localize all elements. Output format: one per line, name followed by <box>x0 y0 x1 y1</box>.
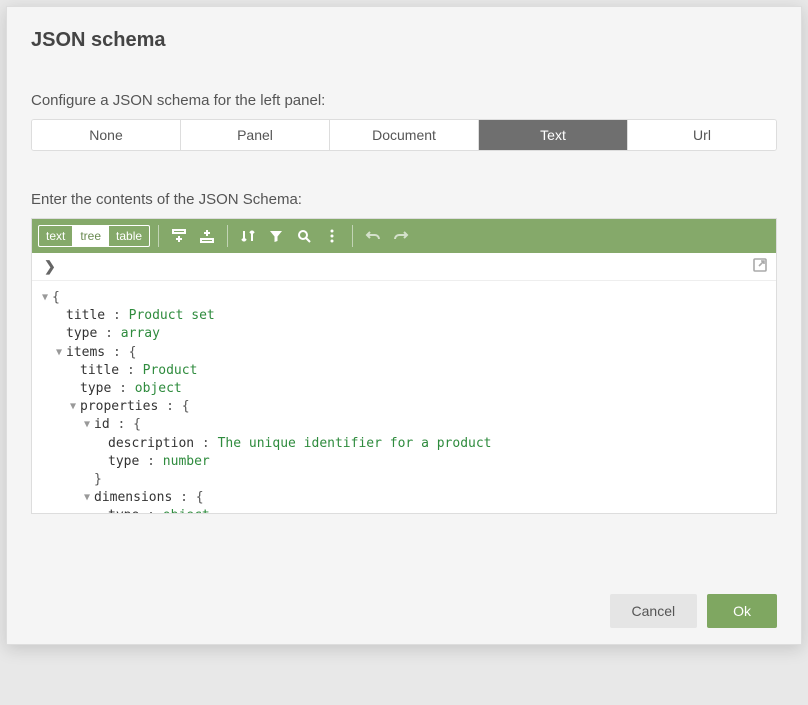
editor-toolbar: text tree table <box>32 219 776 253</box>
toolbar-separator <box>352 225 353 247</box>
schema-source-segmented: None Panel Document Text Url <box>31 119 777 151</box>
tree-row[interactable]: } <box>38 471 768 489</box>
dialog-title: JSON schema <box>31 29 777 52</box>
tree-row[interactable]: type : number <box>38 453 768 471</box>
cancel-button[interactable]: Cancel <box>610 594 698 628</box>
seg-none[interactable]: None <box>32 120 181 150</box>
tree-row[interactable]: items : { <box>38 344 768 362</box>
view-tab-tree[interactable]: tree <box>73 226 109 246</box>
configure-label: Configure a JSON schema for the left pan… <box>31 92 777 109</box>
json-editor: text tree table <box>31 218 777 514</box>
editor-breadcrumb: ❯ <box>32 253 776 281</box>
tree-row[interactable]: description : The unique identifier for … <box>38 435 768 453</box>
seg-url[interactable]: Url <box>628 120 776 150</box>
tree-row[interactable]: title : Product set <box>38 307 768 325</box>
view-mode-tabs: text tree table <box>38 225 150 247</box>
collapse-all-icon[interactable] <box>195 224 219 248</box>
ok-button[interactable]: Ok <box>707 594 777 628</box>
json-tree-view[interactable]: { title : Product set type : array items… <box>32 281 776 513</box>
view-tab-table[interactable]: table <box>109 226 149 246</box>
view-tab-text[interactable]: text <box>39 226 73 246</box>
expand-caret-icon[interactable] <box>80 418 94 432</box>
tree-row[interactable]: { <box>38 289 768 307</box>
tree-row[interactable]: type : array <box>38 325 768 343</box>
json-schema-dialog: JSON schema Configure a JSON schema for … <box>6 6 802 645</box>
toolbar-separator <box>227 225 228 247</box>
undo-icon[interactable] <box>361 224 385 248</box>
redo-icon[interactable] <box>389 224 413 248</box>
tree-row[interactable]: dimensions : { <box>38 489 768 507</box>
more-icon[interactable] <box>320 224 344 248</box>
sort-icon[interactable] <box>236 224 260 248</box>
external-edit-icon[interactable] <box>752 257 768 276</box>
tree-row[interactable]: type : object <box>38 380 768 398</box>
tree-row[interactable]: properties : { <box>38 398 768 416</box>
expand-caret-icon[interactable] <box>66 400 80 414</box>
tree-row[interactable]: id : { <box>38 416 768 434</box>
seg-panel[interactable]: Panel <box>181 120 330 150</box>
chevron-right-icon[interactable]: ❯ <box>40 258 60 275</box>
tree-row[interactable]: type : object <box>38 507 768 513</box>
search-icon[interactable] <box>292 224 316 248</box>
toolbar-separator <box>158 225 159 247</box>
filter-icon[interactable] <box>264 224 288 248</box>
expand-caret-icon[interactable] <box>52 346 66 360</box>
expand-caret-icon[interactable] <box>38 291 52 305</box>
seg-document[interactable]: Document <box>330 120 479 150</box>
expand-caret-icon[interactable] <box>80 491 94 505</box>
contents-label: Enter the contents of the JSON Schema: <box>31 191 777 208</box>
dialog-footer: Cancel Ok <box>31 594 777 628</box>
seg-text[interactable]: Text <box>479 120 628 150</box>
tree-row[interactable]: title : Product <box>38 362 768 380</box>
expand-all-icon[interactable] <box>167 224 191 248</box>
